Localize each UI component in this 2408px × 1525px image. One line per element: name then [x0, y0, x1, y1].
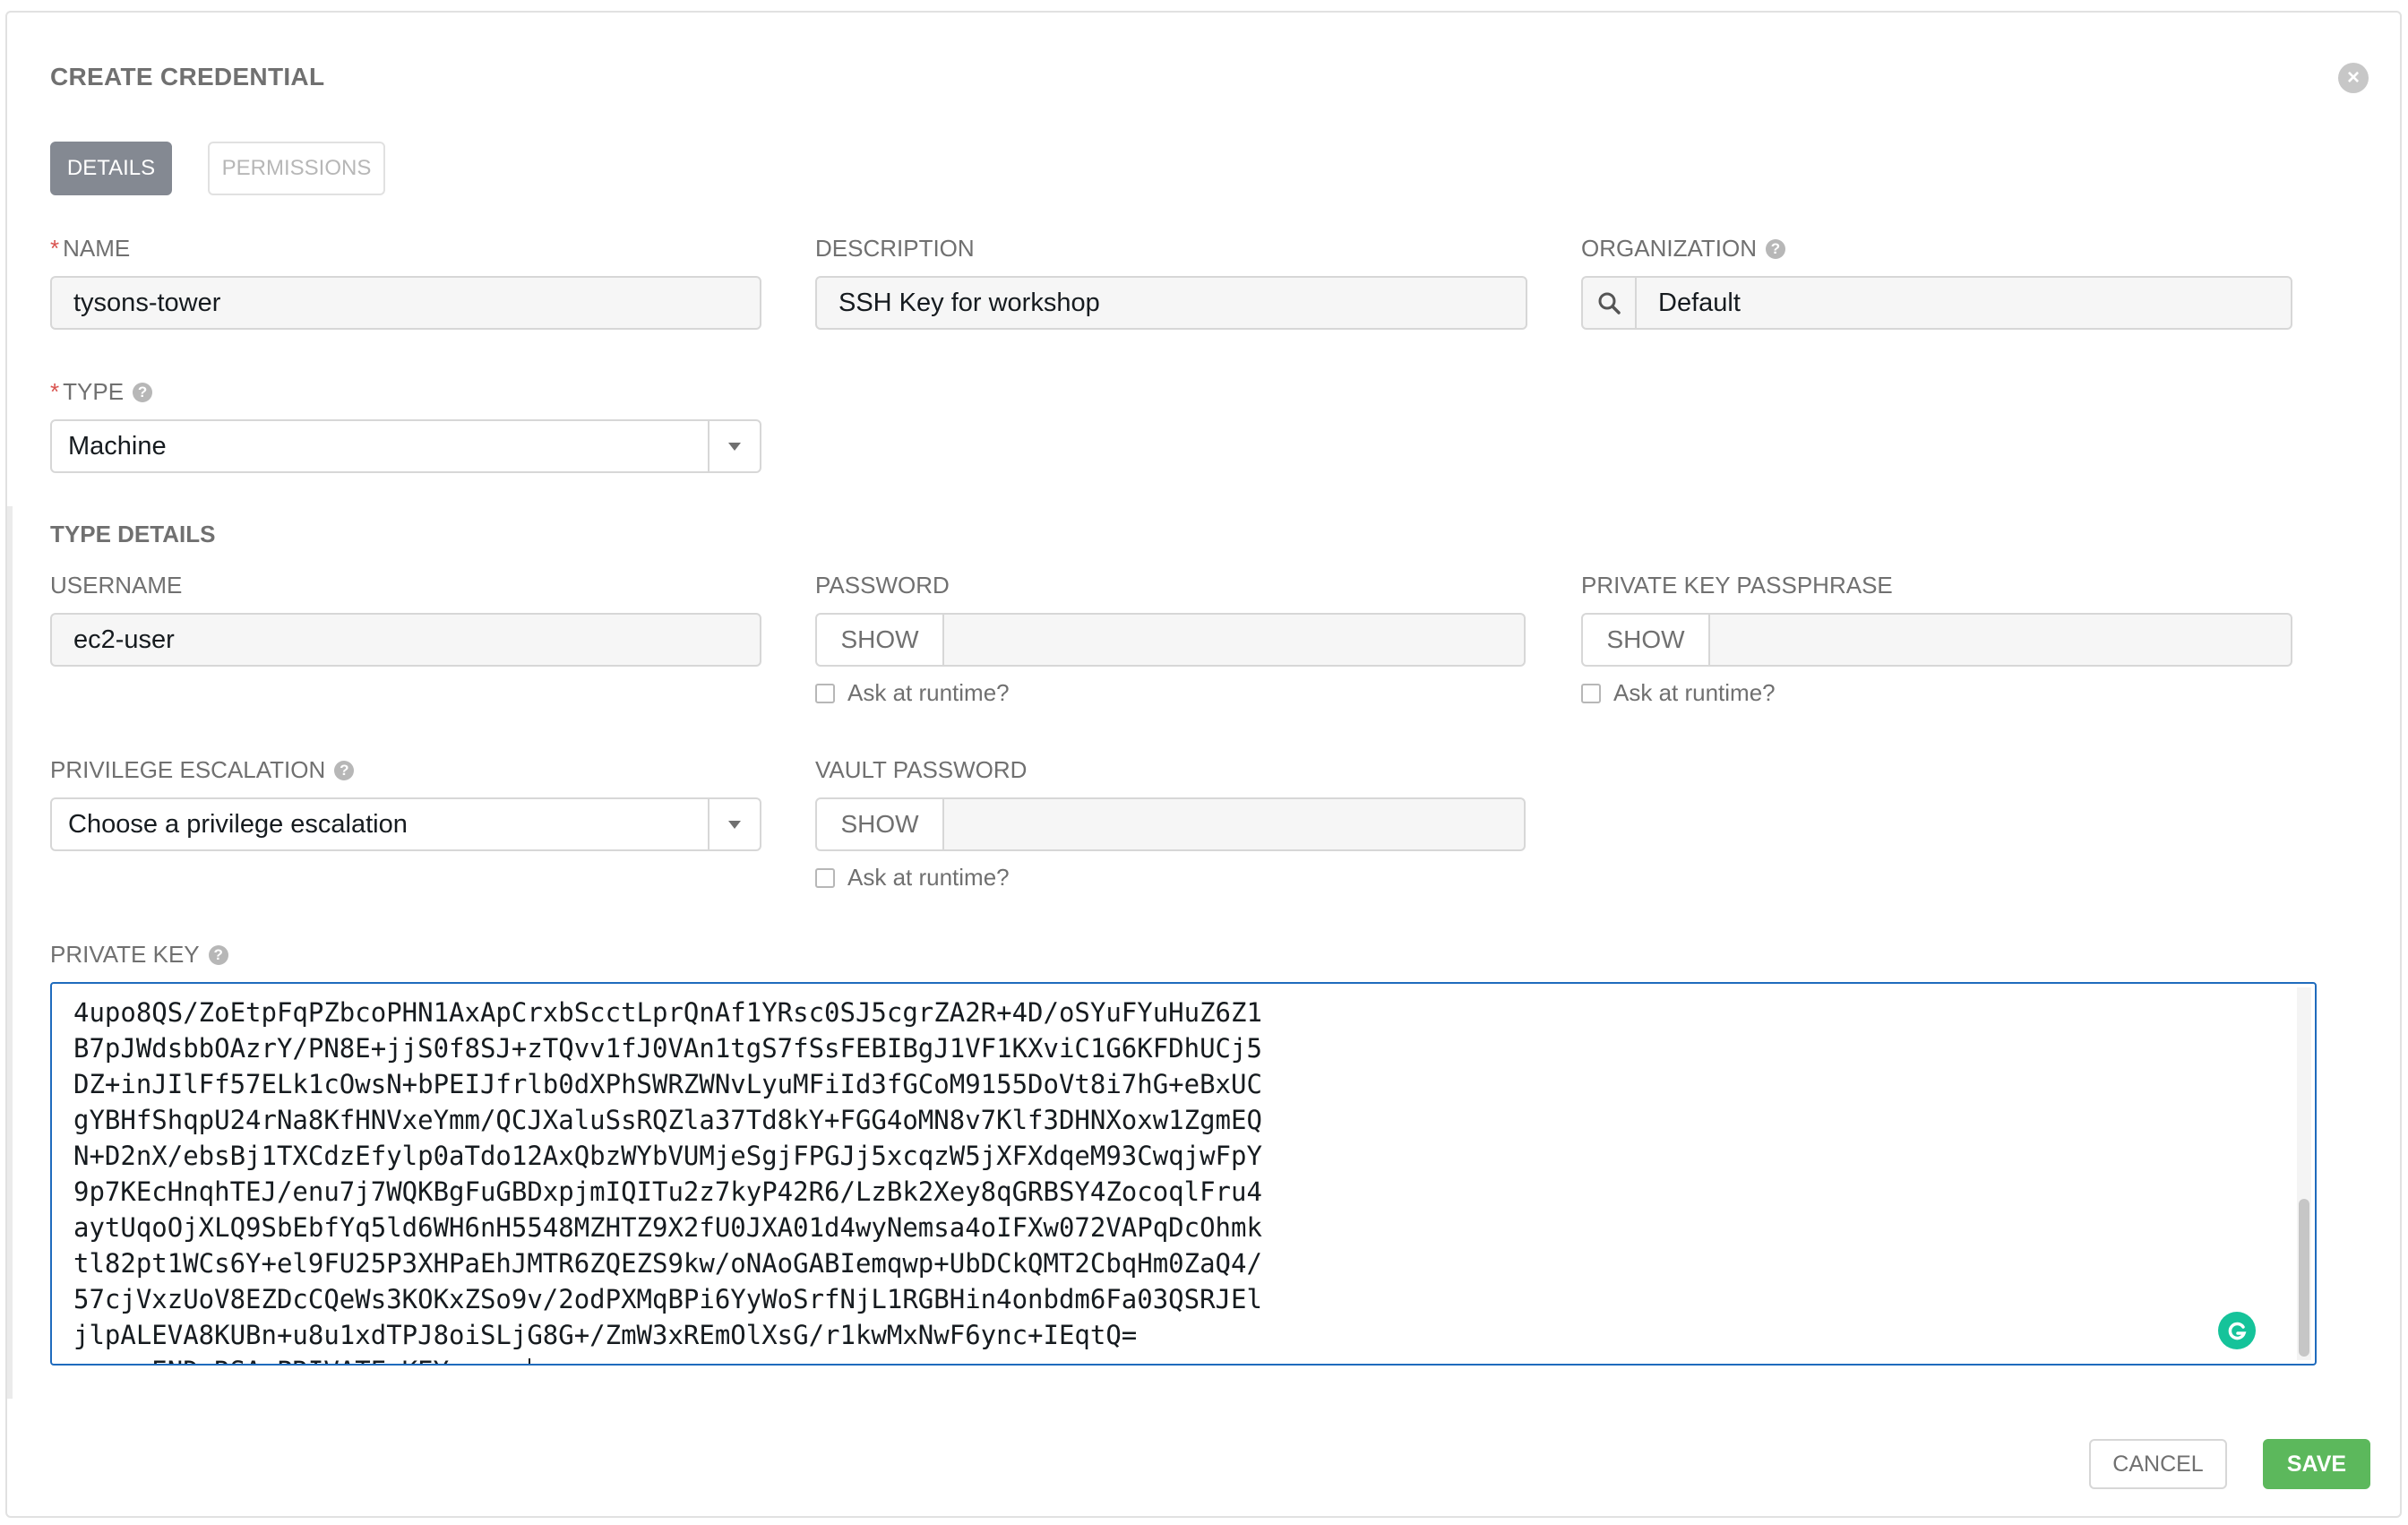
vault-password-label-text: VAULT PASSWORD: [815, 756, 1028, 783]
private-key-line: jlpALEVA8KUBn+u8u1xdTPJ8oiSLjG8G+/ZmW3xR…: [73, 1320, 1138, 1350]
type-label-text: TYPE: [63, 378, 125, 405]
private-key-line: B7pJWdsbbOAzrY/PN8E+jjS0f8SJ+zTQvv1fJ0VA…: [73, 1033, 1262, 1064]
passphrase-input[interactable]: [1710, 613, 2292, 667]
passphrase-ask-label: Ask at runtime?: [1613, 679, 1776, 706]
vault-password-show-button[interactable]: SHOW: [815, 797, 944, 851]
privilege-escalation-label: PRIVILEGE ESCALATION ?: [50, 756, 355, 784]
description-value: SSH Key for workshop: [838, 288, 1100, 317]
vault-password-label: VAULT PASSWORD: [815, 756, 1027, 784]
cancel-button[interactable]: CANCEL: [2089, 1439, 2227, 1489]
private-key-passphrase-label: PRIVATE KEY PASSPHRASE: [1581, 572, 1893, 599]
required-marker: *: [50, 235, 60, 262]
close-icon[interactable]: ×: [2338, 63, 2369, 93]
private-key-passphrase-label-text: PRIVATE KEY PASSPHRASE: [1581, 572, 1893, 599]
help-icon[interactable]: ?: [1765, 238, 1785, 259]
private-key-line: N+D2nX/ebsBj1TXCdzEfylp0aTdo12AxQbzWYbVU…: [73, 1141, 1262, 1171]
password-field-group: SHOW: [815, 613, 1526, 667]
scrollbar-thumb[interactable]: [2299, 1199, 2309, 1357]
private-key-textarea[interactable]: 4upo8QS/ZoEtpFqPZbcoPHN1AxApCrxbScctLprQ…: [50, 982, 2317, 1366]
password-show-button[interactable]: SHOW: [815, 613, 944, 667]
private-key-last-line: -----END RSA PRIVATE KEY-----: [73, 1353, 1262, 1364]
required-marker: *: [50, 378, 60, 405]
private-key-line: gYBHfShqpU24rNa8KfHNVxeYmm/QCJXaluSsRQZl…: [73, 1105, 1262, 1135]
password-label-text: PASSWORD: [815, 572, 950, 599]
description-input[interactable]: SSH Key for workshop: [815, 276, 1527, 330]
tab-permissions[interactable]: PERMISSIONS: [208, 142, 385, 195]
type-label: * TYPE ?: [50, 378, 153, 406]
type-value: Machine: [68, 431, 167, 461]
checkbox-box[interactable]: [1581, 683, 1601, 703]
checkbox-box[interactable]: [815, 683, 835, 703]
name-value: tysons-tower: [73, 288, 221, 317]
passphrase-field-group: SHOW: [1581, 613, 2292, 667]
description-label-text: DESCRIPTION: [815, 235, 975, 262]
passphrase-ask-checkbox[interactable]: Ask at runtime?: [1581, 679, 1776, 707]
text-caret: [529, 1358, 531, 1364]
checkbox-box[interactable]: [815, 867, 835, 888]
type-details-title: TYPE DETAILS: [50, 521, 216, 547]
vault-password-ask-checkbox[interactable]: Ask at runtime?: [815, 864, 1010, 892]
private-key-line: DZ+inJIlFf57ELk1cOwsN+bPEIJfrlb0dXPhSWRZ…: [73, 1069, 1262, 1099]
private-key-line: tl82pt1WCs6Y+el9FU25P3XHPaEhJMTR6ZQEZS9k…: [73, 1248, 1262, 1279]
help-icon[interactable]: ?: [133, 382, 153, 402]
help-icon[interactable]: ?: [334, 760, 355, 780]
vault-password-ask-label: Ask at runtime?: [847, 864, 1010, 891]
username-label: USERNAME: [50, 572, 182, 599]
private-key-label-text: PRIVATE KEY: [50, 941, 200, 968]
grammarly-icon[interactable]: [2218, 1312, 2256, 1349]
private-key-line: -----END RSA PRIVATE KEY-----: [73, 1356, 527, 1364]
password-ask-label: Ask at runtime?: [847, 679, 1010, 706]
private-key-label: PRIVATE KEY ?: [50, 941, 228, 969]
private-key-line: 9p7KEcHnqhTEJ/enu7j7WQKBgFuGBDxpjmIQITu2…: [73, 1176, 1262, 1207]
private-key-line: aytUqoOjXLQ9SbEbfYq5ld6WH6nH5548MZHTZ9X2…: [73, 1212, 1262, 1243]
passphrase-show-button[interactable]: SHOW: [1581, 613, 1710, 667]
organization-value: Default: [1658, 288, 1741, 317]
organization-label-text: ORGANIZATION: [1581, 235, 1757, 262]
private-key-line: 57cjVxzUoV8EZDcCQeWs3KOKxZSo9v/2odPXMqBP…: [73, 1284, 1262, 1314]
username-value: ec2-user: [73, 625, 175, 654]
organization-label: ORGANIZATION ?: [1581, 235, 1785, 263]
name-label-text: NAME: [63, 235, 131, 262]
dialog-title: CREATE CREDENTIAL: [50, 63, 325, 90]
chevron-down-icon[interactable]: [708, 799, 760, 849]
username-label-text: USERNAME: [50, 572, 183, 599]
organization-input[interactable]: Default: [1581, 276, 2292, 330]
password-input[interactable]: [944, 613, 1526, 667]
chevron-down-icon[interactable]: [708, 421, 760, 471]
section-divider: [7, 506, 13, 1399]
help-icon[interactable]: ?: [208, 944, 228, 965]
private-key-line: 4upo8QS/ZoEtpFqPZbcoPHN1AxApCrxbScctLprQ…: [73, 997, 1262, 1028]
search-icon[interactable]: [1583, 278, 1637, 328]
username-input[interactable]: ec2-user: [50, 613, 761, 667]
tab-details[interactable]: DETAILS: [50, 142, 172, 195]
type-select[interactable]: Machine: [50, 419, 761, 473]
privilege-escalation-select[interactable]: Choose a privilege escalation: [50, 797, 761, 851]
password-ask-checkbox[interactable]: Ask at runtime?: [815, 679, 1010, 707]
privilege-escalation-label-text: PRIVILEGE ESCALATION: [50, 756, 326, 783]
description-label: DESCRIPTION: [815, 235, 975, 263]
save-button[interactable]: SAVE: [2263, 1439, 2370, 1489]
privilege-escalation-value: Choose a privilege escalation: [68, 809, 408, 839]
password-label: PASSWORD: [815, 572, 950, 599]
vault-password-field-group: SHOW: [815, 797, 1526, 851]
name-label: * NAME: [50, 235, 130, 263]
vault-password-input[interactable]: [944, 797, 1526, 851]
create-credential-dialog: CREATE CREDENTIAL × DETAILS PERMISSIONS …: [5, 11, 2402, 1518]
private-key-content: 4upo8QS/ZoEtpFqPZbcoPHN1AxApCrxbScctLprQ…: [73, 984, 1262, 1364]
name-input[interactable]: tysons-tower: [50, 276, 761, 330]
